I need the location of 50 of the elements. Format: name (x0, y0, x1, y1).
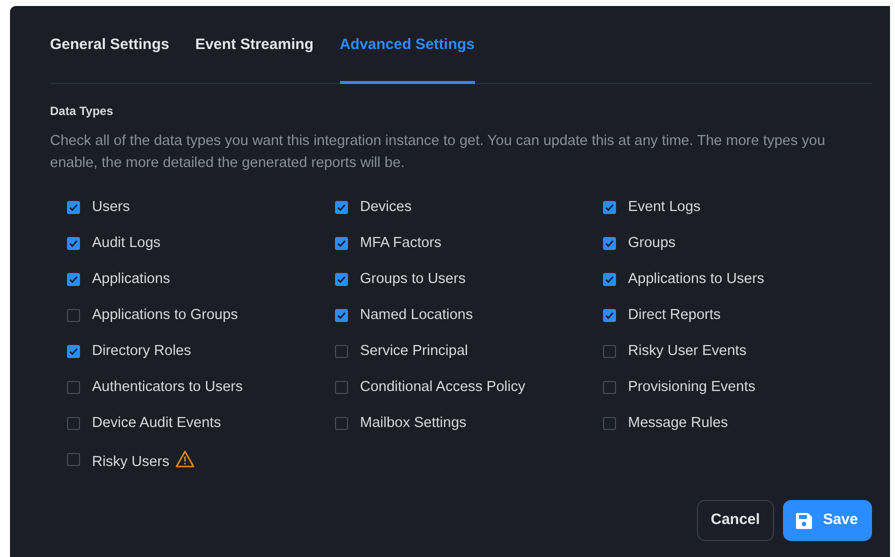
checkbox[interactable] (67, 345, 80, 358)
checkbox-label: Risky User Events (628, 342, 746, 361)
checkbox-label: Service Principal (360, 342, 468, 361)
checkbox-label: Users (92, 198, 130, 217)
checkbox[interactable] (335, 273, 348, 286)
cancel-button[interactable]: Cancel (696, 500, 774, 541)
checkbox[interactable] (603, 201, 616, 214)
checkbox-label: MFA Factors (360, 234, 442, 253)
checkbox[interactable] (67, 273, 80, 286)
tab[interactable]: General Settings (50, 32, 170, 84)
checkbox[interactable] (67, 309, 80, 322)
checkbox-label: Groups to Users (360, 270, 466, 289)
checkbox-label: Audit Logs (92, 234, 161, 253)
checkbox-label: Device Audit Events (92, 414, 221, 433)
checkbox-label: Event Logs (628, 198, 701, 217)
checkbox-label: Devices (360, 198, 412, 217)
checkbox[interactable] (67, 237, 80, 250)
checkbox-label: Mailbox Settings (360, 414, 466, 433)
checkbox[interactable] (67, 381, 80, 394)
section-description: Check all of the data types you want this integration instance to get. You can update this at any time. The more types you enable, the more detailed the generated reports will be. (50, 132, 826, 172)
checkbox[interactable] (335, 201, 348, 214)
tab[interactable]: Event Streaming (195, 32, 314, 84)
checkbox-label: Conditional Access Policy (360, 378, 526, 397)
checkbox-label: Applications to Users (628, 270, 764, 289)
checkbox-label: Named Locations (360, 306, 473, 325)
checkbox[interactable] (603, 417, 616, 430)
checkbox-label: Directory Roles (92, 342, 192, 361)
checkbox[interactable] (67, 201, 80, 214)
checkbox[interactable] (603, 309, 616, 322)
checkbox[interactable] (335, 417, 348, 430)
checkbox-label: Authenticators to Users (92, 378, 243, 397)
checkbox-label: Applications (92, 270, 170, 289)
checkbox-label: Applications to Groups (92, 306, 238, 325)
checkbox[interactable] (603, 237, 616, 250)
checkbox-label: Direct Reports (628, 306, 721, 325)
checkbox[interactable] (603, 381, 616, 394)
checkbox-label: Risky Users (92, 452, 170, 472)
section-title: Data Types (50, 102, 114, 120)
checkbox[interactable] (335, 345, 348, 358)
checkbox[interactable] (335, 381, 348, 394)
checkbox-label: Provisioning Events (628, 378, 756, 397)
checkbox[interactable] (335, 309, 348, 322)
checkbox[interactable] (603, 273, 616, 286)
checkbox[interactable] (67, 417, 80, 430)
checkbox-label: Groups (628, 234, 676, 253)
checkbox-label: Message Rules (628, 414, 728, 433)
tab[interactable]: Advanced Settings (340, 32, 475, 84)
checkbox[interactable] (67, 453, 80, 466)
checkbox[interactable] (335, 237, 348, 250)
checkbox[interactable] (603, 345, 616, 358)
